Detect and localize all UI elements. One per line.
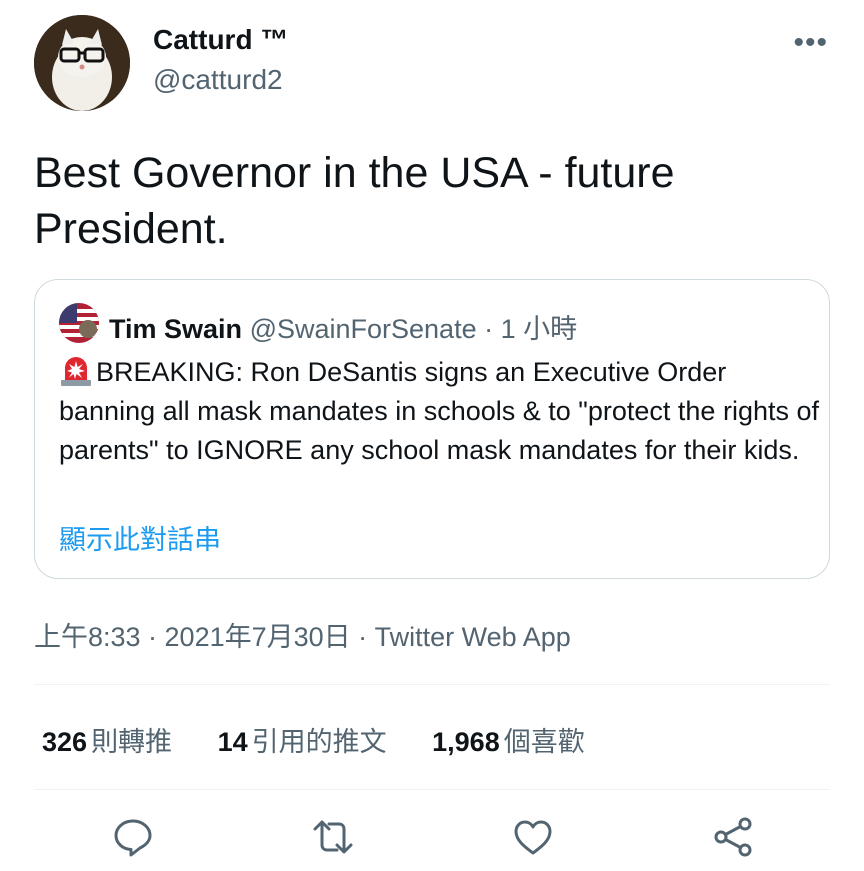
quote-count: 14: [217, 727, 248, 757]
retweet-count-stat[interactable]: 326 則轉推: [42, 720, 172, 759]
like-button[interactable]: [511, 815, 555, 859]
quoted-time[interactable]: 1 小時: [501, 314, 578, 344]
tweet-text: Best Governor in the USA - future Presid…: [34, 145, 814, 257]
action-bar: [0, 815, 864, 859]
divider-bottom: [34, 789, 830, 790]
quoted-tweet-body: BREAKING: Ron DeSantis signs an Executiv…: [59, 357, 819, 465]
like-count: 1,968: [432, 727, 500, 757]
cat-avatar-image: [34, 15, 130, 111]
heart-icon: [514, 820, 552, 855]
retweet-count: 326: [42, 727, 88, 757]
quoted-author-name[interactable]: Tim Swain: [109, 314, 242, 344]
quoted-separator: ·: [476, 314, 501, 344]
tweet-text-line-1: Best Governor in the USA - future: [34, 149, 675, 197]
quote-label: 引用的推文: [251, 727, 387, 757]
quoted-tweet-header: Tim Swain @SwainForSenate · 1 小時: [109, 307, 577, 346]
quoted-tweet-text: BREAKING: Ron DeSantis signs an Executiv…: [59, 353, 819, 470]
share-button[interactable]: [711, 815, 755, 859]
more-options-icon[interactable]: •••: [793, 26, 828, 60]
engagement-stats: 326 則轉推 14 引用的推文 1,968 個喜歡: [42, 720, 623, 759]
show-thread-link[interactable]: 顯示此對話串: [59, 518, 221, 557]
rotating-light-icon: [61, 357, 91, 386]
retweet-button[interactable]: [311, 815, 355, 859]
share-icon: [714, 817, 752, 857]
divider-top: [34, 684, 830, 685]
tweet-text-line-2: President.: [34, 205, 228, 253]
author-name[interactable]: Catturd ™: [153, 24, 288, 56]
reply-icon: [114, 819, 152, 857]
flag-avatar-image: [59, 303, 99, 343]
author-avatar[interactable]: [34, 15, 130, 111]
author-handle[interactable]: @catturd2: [153, 64, 283, 96]
quoted-tweet-card[interactable]: Tim Swain @SwainForSenate · 1 小時 BREAKIN…: [34, 279, 830, 579]
quoted-author-avatar[interactable]: [59, 303, 99, 343]
retweet-label: 則轉推: [91, 727, 173, 757]
retweet-icon: [313, 820, 353, 854]
like-count-stat[interactable]: 1,968 個喜歡: [432, 720, 585, 759]
quote-count-stat[interactable]: 14 引用的推文: [218, 720, 387, 759]
quoted-author-handle[interactable]: @SwainForSenate: [250, 314, 477, 344]
like-label: 個喜歡: [503, 727, 585, 757]
tweet-timestamp[interactable]: 上午8:33 · 2021年7月30日 · Twitter Web App: [34, 615, 571, 654]
reply-button[interactable]: [111, 815, 155, 859]
